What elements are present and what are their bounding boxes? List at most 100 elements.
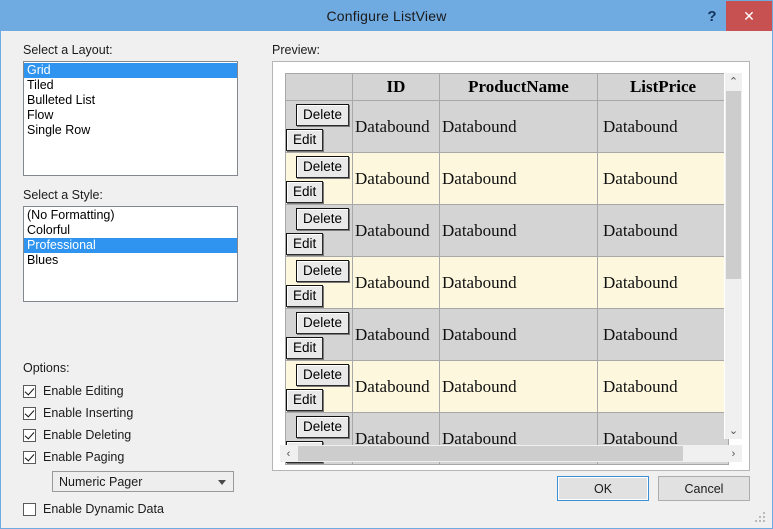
horizontal-scroll-thumb[interactable]	[298, 446, 683, 461]
style-listbox[interactable]: (No Formatting) Colorful Professional Bl…	[23, 206, 238, 302]
grid-cell-id: Databound	[352, 256, 440, 309]
title-bar: Configure ListView ? ✕	[1, 1, 772, 31]
delete-button[interactable]: Delete	[296, 104, 350, 126]
delete-button[interactable]: Delete	[296, 364, 350, 386]
layout-item-grid[interactable]: Grid	[24, 63, 237, 78]
preview-label: Preview:	[272, 43, 320, 57]
table-row: Delete Edit Databound Databound Databoun…	[285, 100, 729, 153]
title-bar-buttons: ? ✕	[698, 1, 772, 31]
chevron-down-icon	[218, 479, 226, 485]
resize-grip-icon[interactable]	[755, 512, 767, 524]
grid-header-row: ID ProductName ListPrice	[285, 73, 729, 101]
dialog-body: Select a Layout: Grid Tiled Bulleted Lis…	[1, 31, 772, 528]
grid-cell-commands: Delete Edit	[285, 204, 353, 257]
row-command-buttons: Delete Edit	[286, 260, 352, 307]
ok-button[interactable]: OK	[557, 476, 649, 501]
row-command-buttons: Delete Edit	[286, 312, 352, 359]
cancel-button[interactable]: Cancel	[658, 476, 750, 501]
options-label: Options:	[23, 361, 70, 375]
grid-cell-productname: Databound	[439, 152, 598, 205]
style-item-blues[interactable]: Blues	[24, 253, 237, 268]
grid-cell-listprice: Databound	[597, 100, 729, 153]
checkbox-row-enable-editing[interactable]: Enable Editing	[23, 380, 253, 402]
grid-cell-commands: Delete Edit	[285, 152, 353, 205]
grid-cell-id: Databound	[352, 360, 440, 413]
checkbox-row-enable-paging[interactable]: Enable Paging	[23, 446, 253, 468]
edit-button[interactable]: Edit	[286, 337, 324, 359]
edit-button[interactable]: Edit	[286, 389, 324, 411]
edit-button[interactable]: Edit	[286, 233, 324, 255]
grid-cell-id: Databound	[352, 100, 440, 153]
scroll-left-icon[interactable]: ‹	[280, 445, 297, 462]
layout-item-single-row[interactable]: Single Row	[24, 123, 237, 138]
preview-panel: Preview: ID ProductName ListPrice Delete…	[272, 43, 750, 471]
layout-item-flow[interactable]: Flow	[24, 108, 237, 123]
delete-button[interactable]: Delete	[296, 416, 350, 438]
checkbox-row-enable-deleting[interactable]: Enable Deleting	[23, 424, 253, 446]
style-item-colorful[interactable]: Colorful	[24, 223, 237, 238]
checkbox-label-enable-dynamic-data: Enable Dynamic Data	[43, 502, 164, 516]
grid-cell-productname: Databound	[439, 204, 598, 257]
left-panel: Select a Layout: Grid Tiled Bulleted Lis…	[23, 43, 238, 302]
window-title: Configure ListView	[326, 8, 447, 24]
checkbox-enable-dynamic-data[interactable]	[23, 502, 36, 516]
preview-vertical-scrollbar[interactable]: ⌃ ⌄	[724, 73, 742, 439]
grid-header-productname: ProductName	[439, 73, 598, 101]
delete-button[interactable]: Delete	[296, 156, 350, 178]
row-command-buttons: Delete Edit	[286, 208, 352, 255]
checkbox-label-enable-paging: Enable Paging	[43, 450, 125, 464]
table-row: Delete Edit Databound Databound Databoun…	[285, 256, 729, 309]
grid-cell-commands: Delete Edit	[285, 360, 353, 413]
row-command-buttons: Delete Edit	[286, 104, 352, 151]
grid-cell-listprice: Databound	[597, 308, 729, 361]
grid-header-id: ID	[352, 73, 440, 101]
checkbox-enable-editing[interactable]	[23, 384, 36, 398]
scroll-down-icon[interactable]: ⌄	[725, 422, 742, 439]
options-panel: Options: Enable Editing Enable Inserting…	[23, 361, 253, 520]
grid-cell-productname: Databound	[439, 360, 598, 413]
grid-cell-listprice: Databound	[597, 360, 729, 413]
table-row: Delete Edit Databound Databound Databoun…	[285, 204, 729, 257]
grid-cell-commands: Delete Edit	[285, 308, 353, 361]
checkbox-label-enable-deleting: Enable Deleting	[43, 428, 132, 442]
checkbox-row-enable-inserting[interactable]: Enable Inserting	[23, 402, 253, 424]
delete-button[interactable]: Delete	[296, 260, 350, 282]
help-icon[interactable]: ?	[698, 1, 726, 31]
scroll-up-icon[interactable]: ⌃	[725, 73, 742, 90]
style-item-no-formatting[interactable]: (No Formatting)	[24, 208, 237, 223]
checkbox-enable-deleting[interactable]	[23, 428, 36, 442]
table-row: Delete Edit Databound Databound Databoun…	[285, 152, 729, 205]
layout-listbox[interactable]: Grid Tiled Bulleted List Flow Single Row	[23, 61, 238, 176]
preview-grid: ID ProductName ListPrice Delete Edit Dat…	[285, 73, 729, 465]
preview-content: ID ProductName ListPrice Delete Edit Dat…	[273, 62, 749, 470]
select-layout-label: Select a Layout:	[23, 43, 113, 57]
grid-cell-productname: Databound	[439, 256, 598, 309]
dialog-footer: OK Cancel	[557, 476, 750, 501]
layout-item-bulleted-list[interactable]: Bulleted List	[24, 93, 237, 108]
grid-cell-listprice: Databound	[597, 152, 729, 205]
edit-button[interactable]: Edit	[286, 129, 324, 151]
row-command-buttons: Delete Edit	[286, 364, 352, 411]
pager-type-value: Numeric Pager	[59, 474, 143, 489]
scroll-right-icon[interactable]: ›	[725, 445, 742, 462]
edit-button[interactable]: Edit	[286, 181, 324, 203]
delete-button[interactable]: Delete	[296, 208, 350, 230]
grid-cell-commands: Delete Edit	[285, 100, 353, 153]
checkbox-enable-paging[interactable]	[23, 450, 36, 464]
preview-horizontal-scrollbar[interactable]: ‹ ›	[280, 445, 742, 462]
delete-button[interactable]: Delete	[296, 312, 350, 334]
grid-header-listprice: ListPrice	[597, 73, 729, 101]
row-command-buttons: Delete Edit	[286, 156, 352, 203]
vertical-scroll-thumb[interactable]	[726, 91, 741, 279]
configure-listview-dialog: Configure ListView ? ✕ Select a Layout: …	[0, 0, 773, 529]
checkbox-row-enable-dynamic-data[interactable]: Enable Dynamic Data	[23, 498, 253, 520]
checkbox-enable-inserting[interactable]	[23, 406, 36, 420]
grid-cell-productname: Databound	[439, 100, 598, 153]
close-icon[interactable]: ✕	[726, 1, 772, 31]
layout-item-tiled[interactable]: Tiled	[24, 78, 237, 93]
style-item-professional[interactable]: Professional	[24, 238, 237, 253]
table-row: Delete Edit Databound Databound Databoun…	[285, 360, 729, 413]
grid-cell-listprice: Databound	[597, 256, 729, 309]
pager-type-select[interactable]: Numeric Pager	[52, 471, 234, 492]
edit-button[interactable]: Edit	[286, 285, 324, 307]
